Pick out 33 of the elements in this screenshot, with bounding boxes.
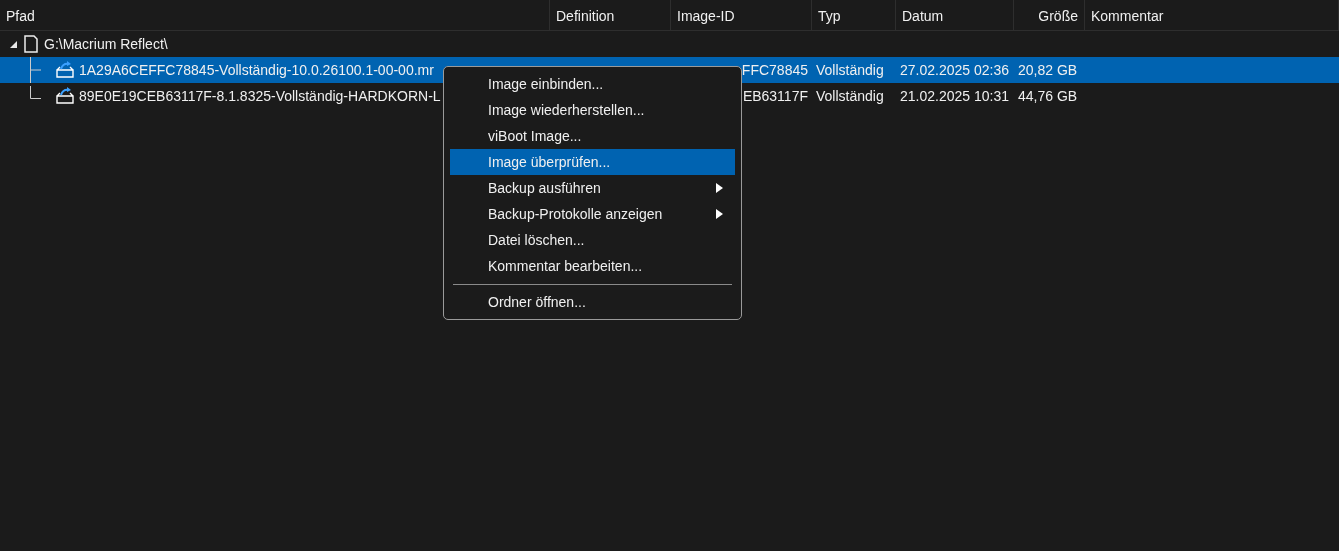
backup-date: 21.02.2025 10:31	[900, 87, 1009, 104]
menu-item[interactable]: Ordner öffnen...	[450, 289, 735, 315]
menu-item[interactable]: Image wiederherstellen...	[450, 97, 735, 123]
image-id: EB63117F	[742, 87, 808, 104]
file-name[interactable]: 1A29A6CEFFC78845-Vollständig-10.0.26100.1-00-00.mr	[79, 59, 434, 81]
menu-item[interactable]: Backup-Protokolle anzeigen	[450, 201, 735, 227]
image-id: FFC78845	[741, 61, 808, 78]
file-size: 44,76 GB	[1018, 87, 1078, 104]
image-file-icon	[55, 87, 75, 105]
menu-item[interactable]: Kommentar bearbeiten...	[450, 253, 735, 279]
column-header[interactable]: Kommentar	[1091, 8, 1164, 24]
column-header[interactable]: Datum	[902, 8, 944, 24]
column-header[interactable]: Image-ID	[677, 8, 735, 24]
backup-date: 27.02.2025 02:36	[900, 61, 1009, 78]
menu-item[interactable]: Backup ausführen	[450, 175, 735, 201]
column-header[interactable]: Definition	[556, 8, 615, 24]
image-file-icon	[55, 61, 75, 79]
backup-type: Vollständig	[816, 87, 884, 104]
tree-line	[30, 57, 41, 83]
column-header[interactable]: Größe	[1038, 8, 1078, 24]
folder-label[interactable]: G:\Macrium Reflect\	[44, 33, 168, 55]
menu-item[interactable]: Image einbinden...	[450, 71, 735, 97]
tree-line	[30, 85, 41, 99]
file-size: 20,82 GB	[1018, 61, 1078, 78]
menu-item[interactable]: Datei löschen...	[450, 227, 735, 253]
file-name[interactable]: 89E0E19CEB63117F-8.1.8325-Vollständig-HARDKORN-L	[79, 85, 441, 107]
column-header[interactable]: Typ	[818, 8, 841, 24]
drive-icon	[24, 35, 38, 53]
column-header[interactable]: Pfad	[6, 8, 35, 24]
expand-toggle-icon[interactable]	[9, 39, 18, 49]
menu-item[interactable]: Image überprüfen...	[450, 149, 735, 175]
menu-item[interactable]: viBoot Image...	[450, 123, 735, 149]
backup-type: Vollständig	[816, 61, 884, 78]
